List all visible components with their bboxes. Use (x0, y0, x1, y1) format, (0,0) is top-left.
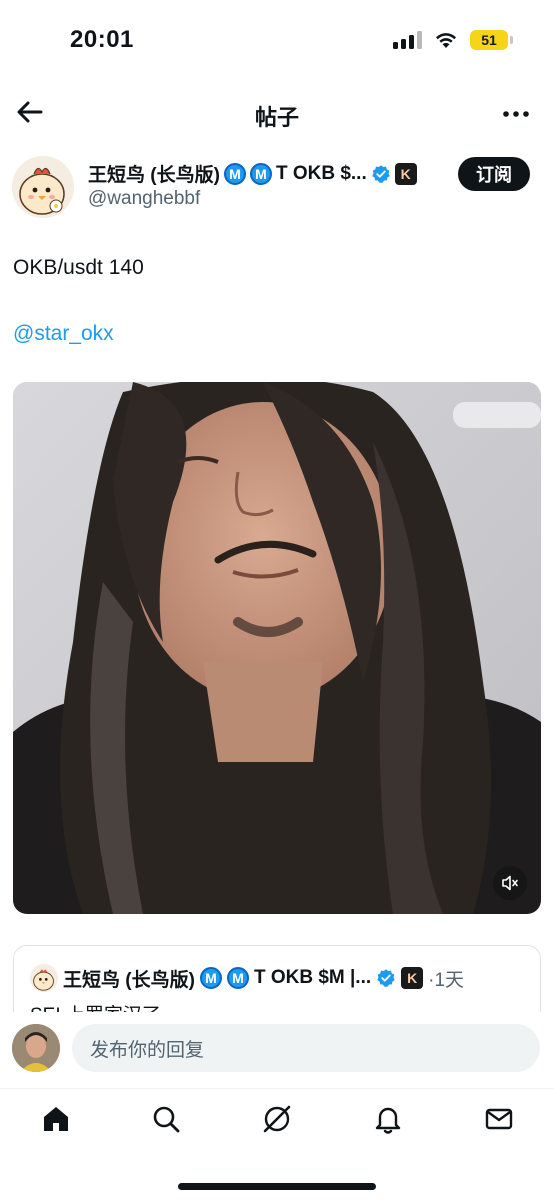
more-options-button[interactable] (500, 98, 532, 130)
search-icon (153, 1106, 180, 1133)
author-name: 王短鸟 (长鸟版) (88, 165, 220, 186)
m-badge-icon: M (226, 967, 249, 989)
nav-messages[interactable] (479, 1099, 519, 1139)
subscribe-button[interactable]: 订阅 (458, 157, 530, 191)
nav-home[interactable] (36, 1099, 76, 1139)
home-icon (44, 1107, 68, 1131)
quote-author-name: 王短鸟 (长鸟版) (63, 969, 195, 991)
author-handle[interactable]: @wanghebbf (88, 188, 200, 210)
k-badge-icon: K (401, 967, 424, 989)
status-time: 20:01 (70, 26, 134, 53)
nav-grok[interactable] (257, 1099, 297, 1139)
post-text: OKB/usdt 140 (13, 256, 144, 279)
post-video[interactable] (13, 382, 541, 914)
mail-icon (485, 1108, 513, 1130)
quote-timestamp: ·1天 (428, 969, 465, 991)
post-header: 帖子 (0, 88, 554, 140)
m-badge-icon: M (223, 162, 246, 185)
battery-icon: 51 (470, 30, 513, 50)
reply-bar: 发布你的回复 (0, 1012, 554, 1084)
cellular-signal-icon (393, 31, 422, 49)
quote-avatar (30, 964, 58, 992)
k-badge-icon: K (394, 162, 417, 185)
speaker-muted-icon (502, 875, 518, 891)
home-indicator[interactable] (178, 1183, 376, 1190)
author-row: 王短鸟 (长鸟版) M M T OKB $... K @wanghebbf 订阅 (0, 148, 554, 220)
chick-avatar-icon (12, 156, 74, 218)
verified-badge-icon (371, 164, 390, 183)
nav-notifications[interactable] (368, 1099, 408, 1139)
status-icons: 51 (393, 30, 513, 50)
m-badge-icon: M (249, 162, 272, 185)
more-horizontal-icon (503, 111, 529, 117)
verified-badge-icon (377, 969, 395, 987)
bell-icon (375, 1107, 401, 1134)
video-frame (13, 382, 541, 914)
bottom-navigation (0, 1088, 554, 1200)
m-badge-icon: M (199, 967, 222, 989)
author-avatar[interactable] (12, 156, 74, 218)
current-user-avatar[interactable] (12, 1024, 60, 1072)
quote-name-suffix: T OKB $M |... (253, 967, 372, 988)
chick-avatar-icon (30, 964, 58, 992)
reply-input[interactable]: 发布你的回复 (72, 1024, 540, 1072)
mention-link[interactable]: @star_okx (13, 322, 114, 346)
grok-icon (263, 1105, 291, 1133)
author-name-line[interactable]: 王短鸟 (长鸟版) M M T OKB $... K (88, 160, 417, 187)
wifi-icon (436, 33, 456, 48)
page-title: 帖子 (254, 105, 299, 130)
status-bar: 20:01 51 (0, 0, 554, 84)
mute-button[interactable] (493, 866, 527, 900)
author-name-suffix: T OKB $... (275, 162, 367, 184)
nav-search[interactable] (146, 1099, 186, 1139)
user-photo (12, 1024, 60, 1072)
quote-author-line: 王短鸟 (长鸟版) M M T OKB $M |... K ·1天 (30, 964, 464, 992)
